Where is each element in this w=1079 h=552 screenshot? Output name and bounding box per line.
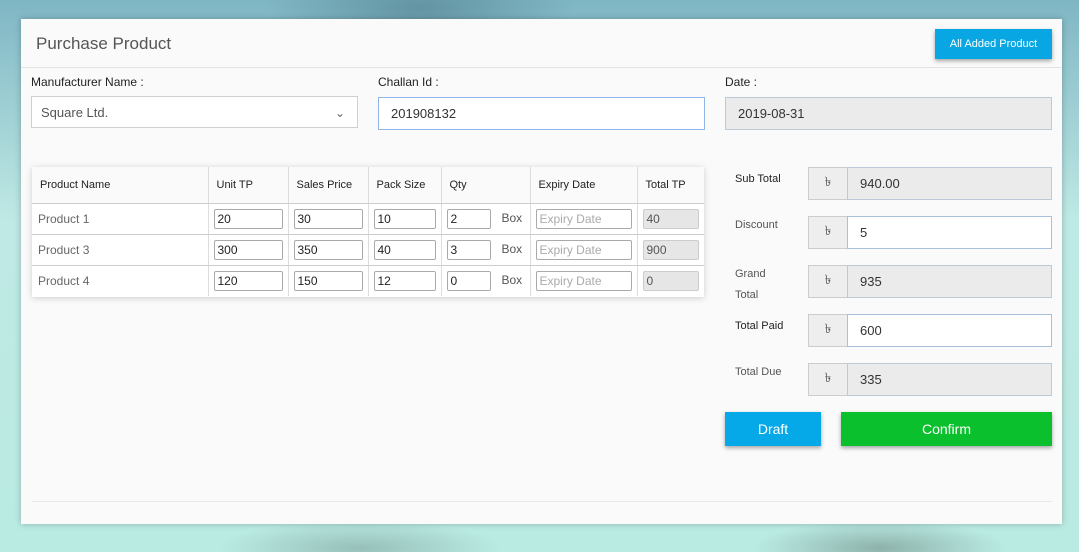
col-header-total-tp: Total TP bbox=[637, 167, 704, 204]
sales-price-input[interactable]: 350 bbox=[293, 239, 363, 260]
sub-total-label: Sub Total bbox=[735, 173, 781, 185]
all-added-product-button[interactable]: All Added Product bbox=[935, 29, 1052, 59]
table-row: Product 3 300 350 40 3 Box Expiry Date 90… bbox=[32, 234, 704, 266]
col-header-unit-tp: Unit TP bbox=[208, 167, 289, 204]
expiry-date-input[interactable]: Expiry Date bbox=[535, 208, 632, 229]
date-label: Date : bbox=[725, 75, 758, 89]
manufacturer-label: Manufacturer Name : bbox=[31, 75, 144, 89]
col-header-product-name: Product Name bbox=[32, 167, 209, 204]
product-name-cell: Product 4 bbox=[32, 265, 209, 296]
sales-price-input[interactable]: 30 bbox=[293, 208, 363, 229]
qty-unit-label: Box bbox=[501, 241, 523, 256]
total-paid-label: Total Paid bbox=[735, 320, 784, 332]
manufacturer-value: Square Ltd. bbox=[41, 104, 109, 120]
discount-label: Discount bbox=[735, 219, 778, 231]
pack-size-input[interactable]: 40 bbox=[373, 239, 436, 260]
purchase-product-card: Purchase Product All Added Product Manuf… bbox=[21, 19, 1062, 524]
qty-unit-label: Box bbox=[501, 272, 523, 287]
table-row: Product 1 20 30 10 2 Box Expiry Date 40 bbox=[32, 203, 704, 235]
currency-icon: ৳ bbox=[808, 314, 847, 347]
qty-input[interactable]: 2 bbox=[446, 208, 491, 229]
total-due-field: 335 bbox=[847, 363, 1052, 396]
draft-button[interactable]: Draft bbox=[725, 412, 821, 446]
grand-total-label-line2: Total bbox=[735, 289, 759, 301]
product-table: Product Name Unit TP Sales Price Pack Si… bbox=[32, 167, 704, 297]
total-tp-field: 40 bbox=[642, 208, 699, 229]
unit-tp-input[interactable]: 300 bbox=[213, 239, 283, 260]
confirm-button[interactable]: Confirm bbox=[841, 412, 1052, 446]
chevron-down-icon: ⌄ bbox=[334, 106, 345, 120]
qty-input[interactable]: 0 bbox=[446, 270, 491, 291]
col-header-qty: Qty bbox=[441, 167, 531, 204]
manufacturer-select[interactable]: Square Ltd. ⌄ bbox=[31, 96, 358, 128]
card-header: Purchase Product All Added Product bbox=[21, 19, 1062, 68]
grand-total-label: Grand Total bbox=[735, 264, 766, 306]
grand-total-label-line1: Grand bbox=[735, 268, 766, 280]
date-input: 2019-08-31 bbox=[725, 97, 1052, 130]
pack-size-input[interactable]: 10 bbox=[373, 208, 436, 229]
pack-size-input[interactable]: 12 bbox=[373, 270, 436, 291]
challan-label: Challan Id : bbox=[378, 75, 439, 89]
expiry-date-input[interactable]: Expiry Date bbox=[535, 239, 632, 260]
product-name-cell: Product 3 bbox=[32, 234, 209, 266]
col-header-sales-price: Sales Price bbox=[288, 167, 369, 204]
footer-divider bbox=[32, 501, 1052, 502]
sales-price-input[interactable]: 150 bbox=[293, 270, 363, 291]
unit-tp-input[interactable]: 120 bbox=[213, 270, 283, 291]
total-paid-input[interactable]: 600 bbox=[847, 314, 1052, 347]
table-row: Product 4 120 150 12 0 Box Expiry Date 0 bbox=[32, 265, 704, 296]
unit-tp-input[interactable]: 20 bbox=[213, 208, 283, 229]
product-name-cell: Product 1 bbox=[32, 203, 209, 235]
col-header-pack-size: Pack Size bbox=[368, 167, 442, 204]
challan-id-input[interactable]: 201908132 bbox=[378, 97, 705, 130]
grand-total-field: 935 bbox=[847, 265, 1052, 298]
total-due-label: Total Due bbox=[735, 366, 782, 378]
currency-icon: ৳ bbox=[808, 167, 847, 200]
currency-icon: ৳ bbox=[808, 216, 847, 249]
qty-unit-label: Box bbox=[501, 210, 523, 225]
currency-icon: ৳ bbox=[808, 265, 847, 298]
page-title: Purchase Product bbox=[36, 34, 172, 53]
total-tp-field: 0 bbox=[642, 270, 699, 291]
expiry-date-input[interactable]: Expiry Date bbox=[535, 270, 632, 291]
total-tp-field: 900 bbox=[642, 239, 699, 260]
col-header-expiry-date: Expiry Date bbox=[530, 167, 638, 204]
discount-input[interactable]: 5 bbox=[847, 216, 1052, 249]
sub-total-field: 940.00 bbox=[847, 167, 1052, 200]
currency-icon: ৳ bbox=[808, 363, 847, 396]
qty-input[interactable]: 3 bbox=[446, 239, 491, 260]
